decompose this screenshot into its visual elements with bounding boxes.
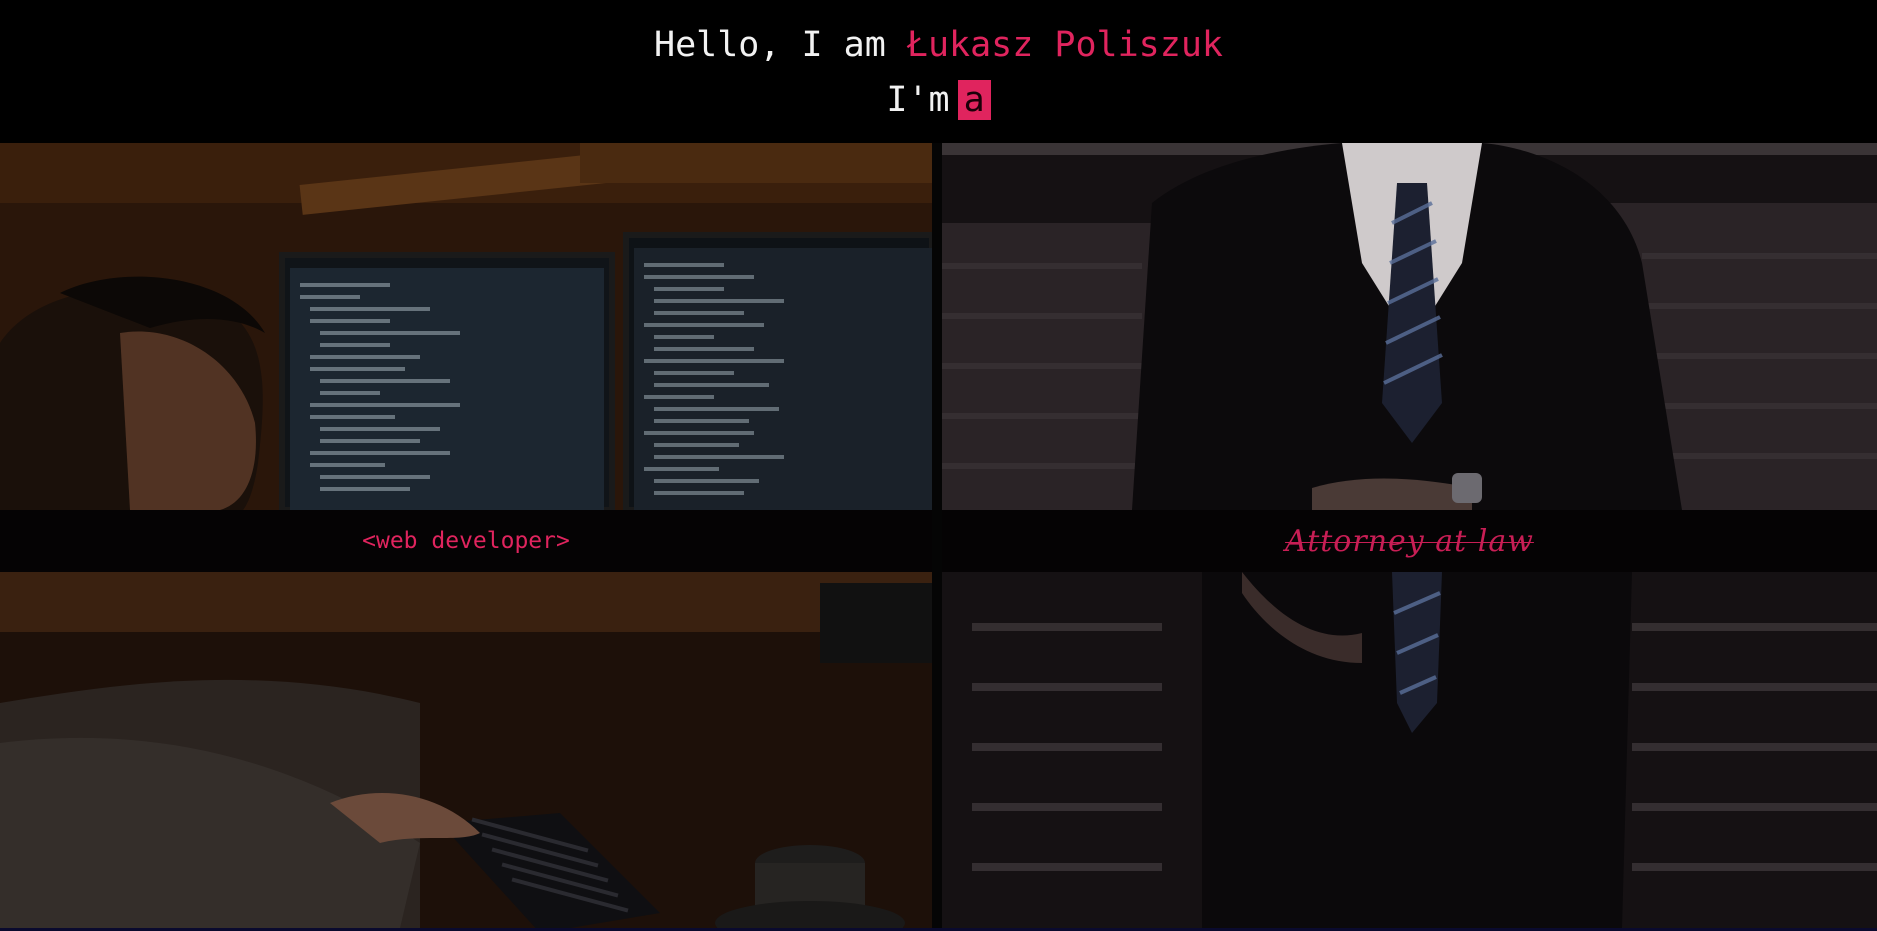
web-developer-label: <web developer>	[362, 528, 570, 554]
developer-label-band: <web developer>	[0, 510, 932, 572]
panel-divider	[932, 143, 942, 928]
attorney-at-law-label: Attorney at law	[1285, 523, 1534, 559]
greeting-prefix: Hello, I am	[654, 25, 907, 65]
role-line: I'm a	[0, 77, 1877, 123]
web-developer-panel[interactable]: <web developer>	[0, 143, 932, 928]
greeting-heading: Hello, I am Łukasz Poliszuk	[0, 20, 1877, 70]
hero-header: Hello, I am Łukasz Poliszuk I'm a	[0, 0, 1877, 143]
attorney-label-band: Attorney at law	[942, 510, 1877, 572]
role-prefix: I'm	[886, 80, 950, 120]
typed-role-text: a	[957, 80, 991, 120]
owner-name: Łukasz Poliszuk	[906, 25, 1223, 65]
attorney-panel[interactable]: Attorney at law	[942, 143, 1877, 928]
